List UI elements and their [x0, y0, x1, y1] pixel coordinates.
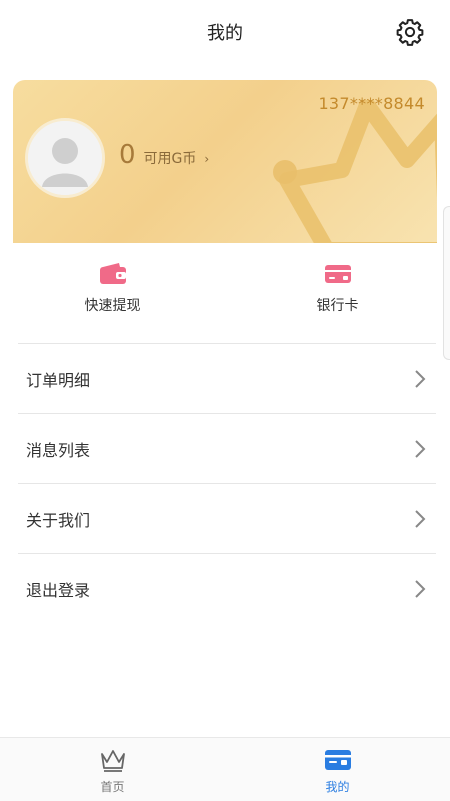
crown-decoration-icon — [273, 100, 437, 243]
tab-home-label: 首页 — [100, 780, 125, 794]
menu-item-about-us[interactable]: 关于我们 — [18, 483, 436, 553]
quick-withdraw-label: 快速提现 — [84, 298, 141, 314]
menu-item-label: 退出登录 — [26, 580, 91, 600]
coin-label: 可用G币 — [143, 151, 197, 167]
avatar-placeholder-icon — [28, 121, 102, 195]
menu-list: 订单明细 消息列表 关于我们 退出登录 — [18, 343, 436, 623]
profile-card: 137****8844 0 可用G币 › — [13, 80, 437, 243]
phone-number: 137****8844 — [318, 94, 425, 113]
bottom-tab-bar: 首页 我的 — [0, 737, 450, 801]
tab-mine[interactable]: 我的 — [225, 738, 450, 801]
avatar[interactable] — [25, 118, 105, 198]
profile-card-icon — [324, 750, 351, 770]
menu-item-label: 消息列表 — [26, 440, 91, 460]
menu-item-label: 关于我们 — [26, 510, 91, 530]
coin-value: 0 — [119, 140, 136, 170]
bank-card-icon — [324, 265, 351, 283]
menu-item-label: 订单明细 — [26, 370, 91, 390]
crown-icon — [100, 750, 125, 772]
tab-mine-label: 我的 — [325, 780, 350, 794]
page-title: 我的 — [207, 23, 243, 44]
coin-balance[interactable]: 0 可用G币 › — [119, 140, 209, 170]
wallet-icon — [99, 263, 126, 284]
bank-card-button[interactable]: 银行卡 — [225, 243, 450, 343]
bank-card-label: 银行卡 — [316, 298, 359, 314]
quick-actions: 快速提现 银行卡 — [0, 243, 450, 343]
chevron-right-icon — [415, 509, 426, 528]
menu-item-messages[interactable]: 消息列表 — [18, 413, 436, 483]
chevron-right-icon — [415, 439, 426, 458]
chevron-right-icon — [415, 579, 426, 598]
chevron-right-icon — [415, 369, 426, 388]
settings-button[interactable] — [394, 16, 426, 48]
tab-home[interactable]: 首页 — [0, 738, 225, 801]
menu-item-order-details[interactable]: 订单明细 — [18, 343, 436, 413]
menu-item-logout[interactable]: 退出登录 — [18, 553, 436, 623]
chevron-right-icon: › — [204, 152, 210, 166]
quick-withdraw-button[interactable]: 快速提现 — [0, 243, 225, 343]
gear-icon — [396, 19, 424, 46]
edge-drawer-handle[interactable] — [443, 206, 450, 360]
page-header: 我的 — [0, 0, 450, 64]
